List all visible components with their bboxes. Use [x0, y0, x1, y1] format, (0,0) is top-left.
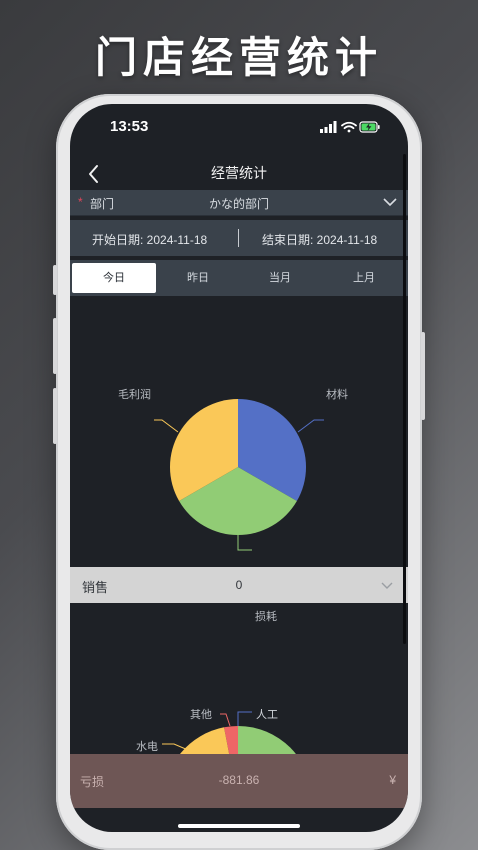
department-select[interactable]: * 部门 かな的部门 [70, 190, 408, 216]
scrollbar[interactable] [403, 154, 406, 644]
loss-value: -881.86 [218, 773, 260, 787]
status-icons [320, 120, 380, 139]
pie-label-material: 材料 [326, 389, 348, 401]
expense-pie-chart: 人工 水电 其他 [70, 604, 408, 800]
tab-yesterday[interactable]: 昨日 [156, 263, 240, 293]
sales-select[interactable]: 销售 0 [70, 567, 408, 603]
pie-label-gross-profit: 毛利润 [118, 389, 151, 401]
label-line-utilities [162, 743, 189, 751]
tab-last-month[interactable]: 上月 [322, 263, 406, 293]
label-line-gross-profit [154, 419, 179, 433]
label-line-other [220, 713, 231, 727]
department-value: かな的部门 [208, 197, 269, 211]
label-line-labor [237, 711, 252, 726]
cost-pie-chart: 材料 损耗 毛利润 [70, 296, 408, 623]
loss-summary: 亏损 -881.86 ¥ [70, 754, 408, 808]
date-range: 开始日期: 2024-11-18 结束日期: 2024-11-18 [70, 220, 408, 256]
page-title: 经营统计 [211, 165, 267, 181]
label-line-loss [237, 535, 252, 551]
chevron-down-icon [382, 194, 398, 215]
nav-bar: 经营统计 [70, 156, 408, 192]
label-line-material [297, 419, 324, 433]
phone-volume-down [53, 388, 57, 444]
sales-value: 0 [235, 578, 243, 592]
phone-power-button [421, 332, 425, 420]
end-date-picker[interactable]: 结束日期: 2024-11-18 [262, 231, 377, 248]
phone-volume-up [53, 318, 57, 374]
status-bar: 13:53 [70, 104, 408, 150]
signal-icon [320, 121, 337, 133]
status-time: 13:53 [110, 118, 149, 135]
start-date-picker[interactable]: 开始日期: 2024-11-18 [92, 231, 207, 248]
tab-today[interactable]: 今日 [72, 263, 156, 293]
promo-title: 门店经营统计 [94, 33, 383, 82]
battery-charging-icon [359, 121, 380, 133]
home-indicator[interactable] [178, 824, 300, 828]
date-divider [238, 229, 239, 247]
period-tabs: 今日 昨日 当月 上月 [70, 260, 408, 296]
currency-unit: ¥ [389, 773, 396, 787]
pie-label-utilities: 水电 [136, 741, 158, 753]
tab-this-month[interactable]: 当月 [238, 263, 322, 293]
chevron-down-icon [380, 579, 394, 598]
app-screen: 13:53 经营统计 * 部门 かな的部门 开始日期: 2024-11-18 结… [70, 104, 408, 832]
pie-label-other: 其他 [190, 709, 212, 721]
wifi-icon [341, 121, 357, 133]
phone-mute-switch [53, 265, 57, 295]
pie-label-labor: 人工 [256, 709, 278, 721]
pie-slice-labor [238, 726, 312, 800]
